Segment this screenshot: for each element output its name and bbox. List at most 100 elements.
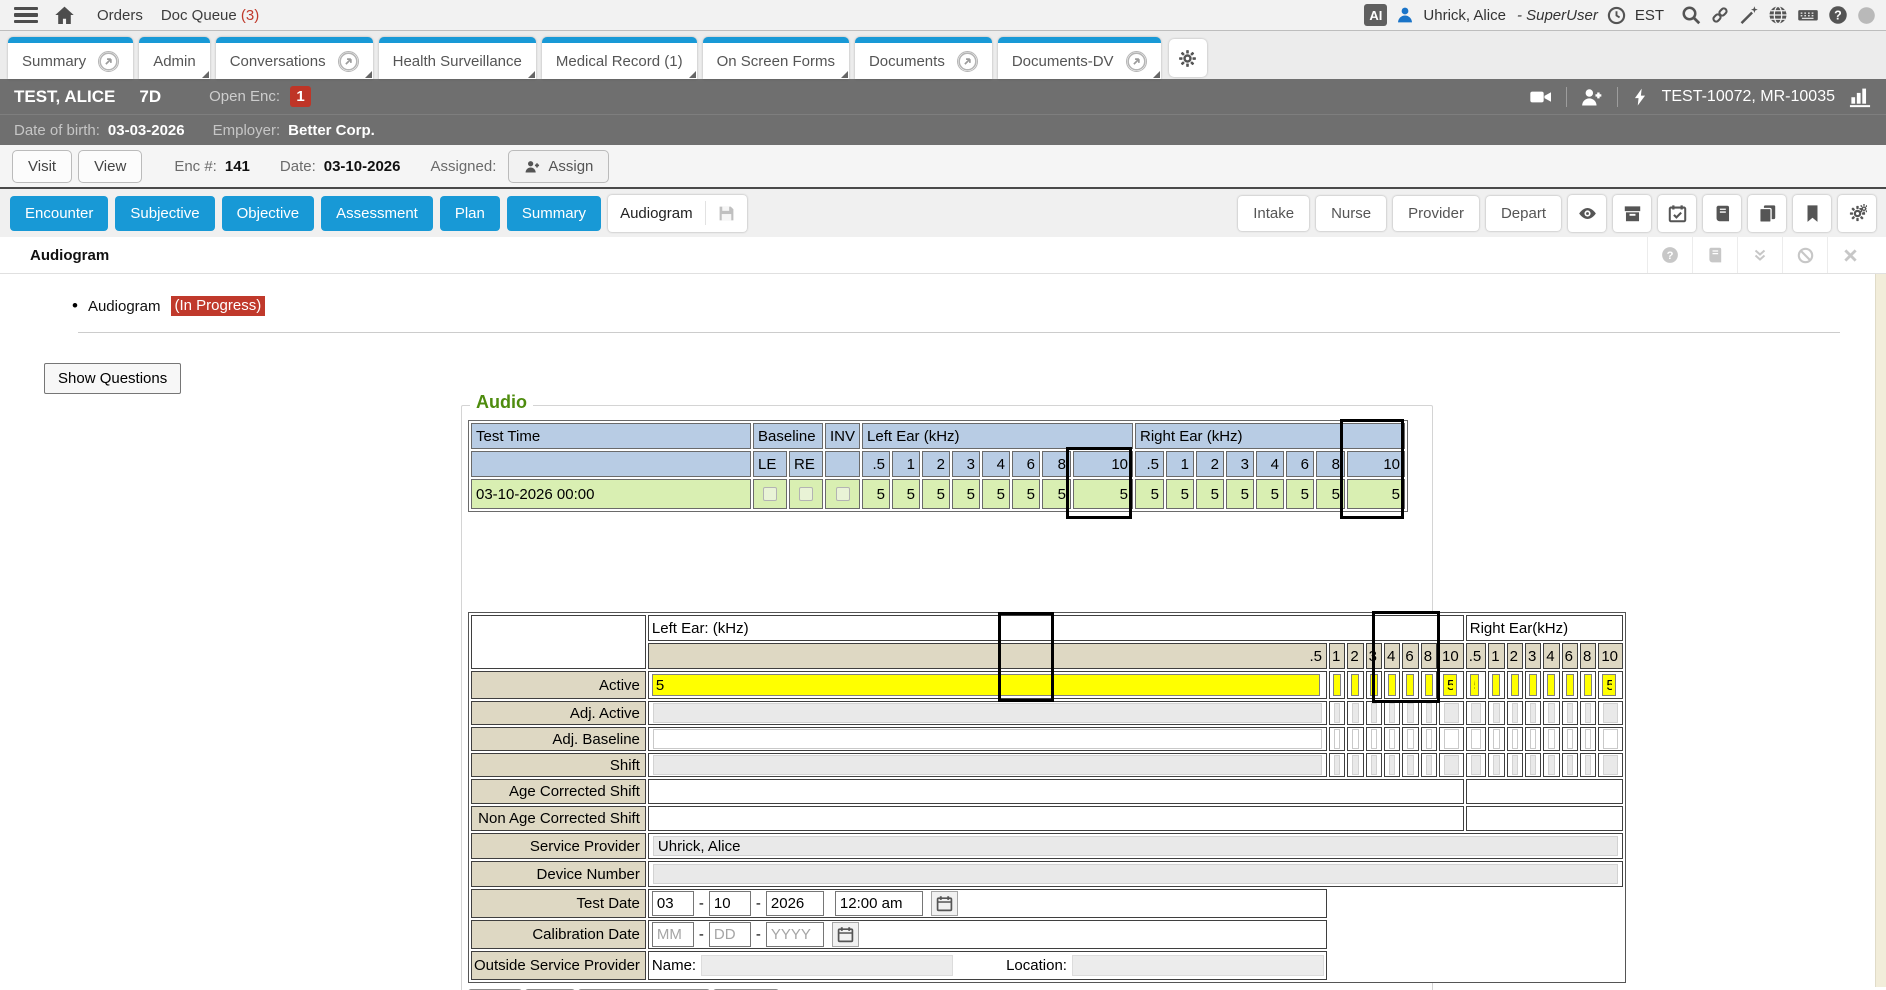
shift-cell-field[interactable] bbox=[1407, 755, 1413, 775]
test-date-day-input[interactable] bbox=[709, 891, 751, 916]
adj-baseline-cell-field[interactable] bbox=[1471, 729, 1482, 749]
shift-cell-field[interactable] bbox=[1493, 755, 1499, 775]
adj-active-cell-field[interactable] bbox=[1471, 703, 1482, 723]
adj-baseline-cell-field[interactable] bbox=[1444, 729, 1459, 749]
video-camera-icon[interactable] bbox=[1529, 86, 1553, 108]
adj-active-cell-field[interactable] bbox=[1371, 703, 1377, 723]
inv-checkbox[interactable] bbox=[836, 487, 850, 501]
adj-active-cell-field[interactable] bbox=[1389, 703, 1395, 723]
shift-cell-field[interactable] bbox=[1334, 755, 1340, 775]
link-icon[interactable] bbox=[1710, 5, 1730, 25]
calibration-day-input[interactable] bbox=[709, 922, 751, 947]
save-icon[interactable] bbox=[718, 205, 735, 222]
active-input[interactable] bbox=[652, 674, 1320, 696]
bookmark-button[interactable] bbox=[1793, 195, 1831, 232]
adj-baseline-cell-field[interactable] bbox=[1548, 729, 1554, 749]
calibration-year-input[interactable] bbox=[766, 922, 824, 947]
eye-button[interactable] bbox=[1568, 195, 1606, 232]
adj-active-cell-field[interactable] bbox=[1548, 703, 1554, 723]
active-input[interactable] bbox=[1425, 674, 1433, 696]
adj-baseline-cell-field[interactable] bbox=[1530, 729, 1536, 749]
stage-button-intake[interactable]: Intake bbox=[1238, 196, 1309, 231]
active-input[interactable] bbox=[1492, 674, 1500, 696]
adj-active-cell-field[interactable] bbox=[1530, 703, 1536, 723]
shift-cell-field[interactable] bbox=[1389, 755, 1395, 775]
calendar-check-button[interactable] bbox=[1658, 195, 1696, 232]
book-icon[interactable] bbox=[1692, 237, 1737, 273]
device-number-field[interactable] bbox=[653, 864, 1618, 884]
adj-active-cell-field[interactable] bbox=[1444, 703, 1459, 723]
soap-button-plan[interactable]: Plan bbox=[440, 196, 500, 231]
shift-cell-field[interactable] bbox=[653, 755, 1322, 775]
shift-cell-field[interactable] bbox=[1530, 755, 1536, 775]
active-input[interactable] bbox=[1443, 674, 1457, 696]
adj-baseline-cell-field[interactable] bbox=[1389, 729, 1395, 749]
hamburger-icon[interactable] bbox=[14, 4, 38, 27]
test-time-cell[interactable]: 03-10-2026 00:00 bbox=[471, 479, 751, 509]
adj-active-cell-field[interactable] bbox=[1512, 703, 1518, 723]
active-input[interactable] bbox=[1566, 674, 1574, 696]
tab-settings-gears-button[interactable] bbox=[1169, 39, 1207, 77]
adj-active-cell-field[interactable] bbox=[1567, 703, 1573, 723]
adj-baseline-cell-field[interactable] bbox=[1352, 729, 1358, 749]
adj-active-cell-field[interactable] bbox=[1334, 703, 1340, 723]
nav-orders[interactable]: Orders bbox=[97, 7, 143, 24]
test-time-input[interactable] bbox=[835, 891, 923, 916]
adj-active-cell-field[interactable] bbox=[1603, 703, 1618, 723]
shift-cell-field[interactable] bbox=[1426, 755, 1432, 775]
calendar-icon[interactable] bbox=[832, 922, 859, 947]
service-provider-field[interactable]: Uhrick, Alice bbox=[653, 836, 1618, 856]
view-button[interactable]: View bbox=[78, 150, 142, 183]
help-icon[interactable]: ? bbox=[1647, 237, 1692, 273]
active-input[interactable] bbox=[1406, 674, 1414, 696]
adj-baseline-cell-field[interactable] bbox=[1567, 729, 1573, 749]
tab-on-screen-forms[interactable]: On Screen Forms bbox=[703, 37, 849, 79]
active-input[interactable] bbox=[1370, 674, 1378, 696]
help-icon[interactable]: ? bbox=[1828, 5, 1848, 25]
tab-conversations[interactable]: Conversations bbox=[216, 37, 373, 79]
soap-button-encounter[interactable]: Encounter bbox=[10, 196, 108, 231]
tab-medical-record-1-[interactable]: Medical Record (1) bbox=[542, 37, 697, 79]
outside-name-field[interactable] bbox=[701, 955, 953, 976]
stage-button-provider[interactable]: Provider bbox=[1393, 196, 1479, 231]
active-input[interactable] bbox=[1351, 674, 1359, 696]
wand-icon[interactable] bbox=[1739, 5, 1759, 25]
adj-active-cell-field[interactable] bbox=[1585, 703, 1591, 723]
calibration-month-input[interactable] bbox=[652, 922, 694, 947]
soap-button-summary[interactable]: Summary bbox=[507, 196, 601, 231]
active-input[interactable] bbox=[1584, 674, 1592, 696]
adj-baseline-cell-field[interactable] bbox=[1493, 729, 1499, 749]
active-input[interactable] bbox=[1602, 674, 1616, 696]
active-input[interactable] bbox=[1470, 674, 1480, 696]
shift-cell-field[interactable] bbox=[1512, 755, 1518, 775]
archive-button[interactable] bbox=[1613, 195, 1651, 232]
outside-location-field[interactable] bbox=[1072, 955, 1324, 976]
soap-button-objective[interactable]: Objective bbox=[222, 196, 315, 231]
baseline-re-checkbox[interactable] bbox=[799, 487, 813, 501]
adj-baseline-cell-field[interactable] bbox=[1334, 729, 1340, 749]
tab-summary[interactable]: Summary bbox=[8, 37, 133, 79]
shift-cell-field[interactable] bbox=[1371, 755, 1377, 775]
book-button[interactable] bbox=[1703, 195, 1741, 232]
keyboard-icon[interactable] bbox=[1797, 5, 1819, 25]
assign-button[interactable]: Assign bbox=[508, 150, 609, 183]
adj-baseline-cell-field[interactable] bbox=[1371, 729, 1377, 749]
tab-audiogram[interactable]: Audiogram bbox=[608, 195, 747, 232]
home-icon[interactable] bbox=[54, 5, 75, 26]
double-chevron-down-icon[interactable] bbox=[1737, 237, 1782, 273]
active-input[interactable] bbox=[1547, 674, 1555, 696]
soap-button-subjective[interactable]: Subjective bbox=[115, 196, 214, 231]
shift-cell-field[interactable] bbox=[1585, 755, 1591, 775]
adj-baseline-cell-field[interactable] bbox=[1603, 729, 1618, 749]
baseline-le-checkbox[interactable] bbox=[763, 487, 777, 501]
user-name[interactable]: Uhrick, Alice bbox=[1423, 7, 1506, 24]
active-input[interactable] bbox=[1388, 674, 1396, 696]
copy-button[interactable] bbox=[1748, 195, 1786, 232]
active-input[interactable] bbox=[1529, 674, 1537, 696]
popout-icon[interactable] bbox=[98, 51, 119, 72]
adj-baseline-cell-field[interactable] bbox=[1407, 729, 1413, 749]
show-questions-button[interactable]: Show Questions bbox=[44, 363, 181, 394]
adj-active-cell-field[interactable] bbox=[1407, 703, 1413, 723]
audiogram-item-label[interactable]: Audiogram bbox=[88, 298, 161, 315]
shift-cell-field[interactable] bbox=[1603, 755, 1618, 775]
